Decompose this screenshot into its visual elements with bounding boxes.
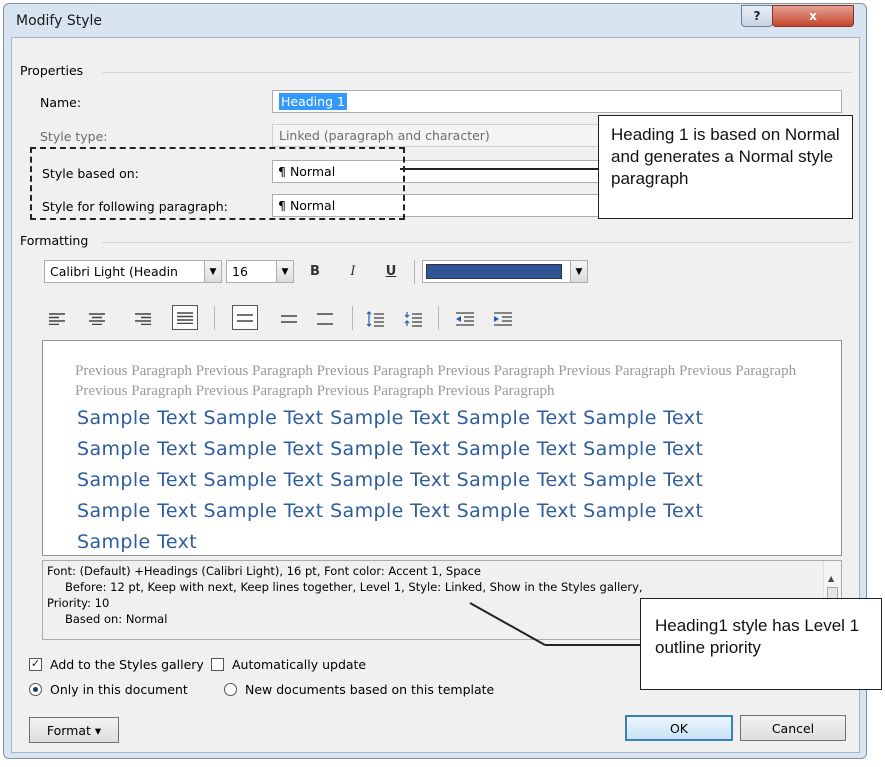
decrease-indent-icon[interactable] bbox=[452, 306, 478, 331]
align-left-icon[interactable] bbox=[44, 306, 70, 331]
cancel-button[interactable]: Cancel bbox=[740, 715, 846, 741]
description-line: Before: 12 pt, Keep with next, Keep line… bbox=[65, 580, 643, 594]
sample-text-line: Sample Text Sample Text Sample Text Samp… bbox=[77, 407, 704, 429]
justify-icon[interactable] bbox=[172, 305, 198, 330]
scroll-up-icon[interactable]: ▲ bbox=[828, 571, 834, 587]
font-color-swatch bbox=[426, 264, 562, 279]
add-to-gallery-label[interactable]: Add to the Styles gallery bbox=[50, 657, 204, 672]
properties-heading: Properties bbox=[20, 63, 84, 78]
sample-text-line: Sample Text Sample Text Sample Text Samp… bbox=[77, 438, 704, 460]
style-type-value: Linked (paragraph and character) bbox=[279, 128, 490, 143]
bold-button[interactable]: B bbox=[302, 259, 328, 284]
callout-connector bbox=[400, 168, 598, 170]
name-field[interactable]: Heading 1 bbox=[272, 90, 842, 113]
chevron-down-icon[interactable]: ▼ bbox=[276, 261, 293, 282]
previous-paragraph-text: Previous Paragraph Previous Paragraph Pr… bbox=[75, 363, 797, 399]
new-documents-label[interactable]: New documents based on this template bbox=[245, 682, 494, 697]
decrease-paragraph-spacing-icon[interactable] bbox=[400, 306, 426, 331]
toolbar-separator bbox=[214, 306, 215, 330]
name-value: Heading 1 bbox=[279, 93, 347, 110]
auto-update-label[interactable]: Automatically update bbox=[232, 657, 366, 672]
name-label: Name: bbox=[40, 95, 82, 110]
style-preview: Previous Paragraph Previous Paragraph Pr… bbox=[42, 340, 842, 556]
help-button[interactable]: ? bbox=[741, 5, 773, 27]
new-documents-radio[interactable] bbox=[224, 683, 237, 696]
only-this-document-label[interactable]: Only in this document bbox=[50, 682, 188, 697]
based-on-highlight-box bbox=[30, 147, 405, 220]
close-button[interactable]: x bbox=[772, 5, 854, 27]
sample-text-line: Sample Text bbox=[77, 531, 198, 553]
ok-button[interactable]: OK bbox=[625, 715, 733, 741]
description-line: Font: (Default) +Headings (Calibri Light… bbox=[47, 564, 481, 578]
auto-update-checkbox[interactable] bbox=[211, 658, 224, 671]
dialog-title: Modify Style bbox=[16, 13, 103, 29]
level-callout: Heading1 style has Level 1 outline prior… bbox=[640, 598, 882, 690]
chevron-down-icon[interactable]: ▼ bbox=[570, 261, 587, 282]
font-size-select[interactable]: 16 ▼ bbox=[226, 260, 294, 283]
align-right-icon[interactable] bbox=[130, 306, 156, 331]
style-type-label: Style type: bbox=[40, 129, 108, 144]
single-spacing-icon[interactable] bbox=[232, 305, 258, 330]
style-type-select: Linked (paragraph and character) bbox=[272, 124, 602, 147]
based-on-callout: Heading 1 is based on Normal and generat… bbox=[598, 115, 853, 219]
one-half-spacing-icon[interactable] bbox=[276, 306, 302, 331]
increase-indent-icon[interactable] bbox=[490, 306, 516, 331]
format-button[interactable]: Format ▾ bbox=[29, 717, 119, 743]
underline-button[interactable]: U bbox=[378, 259, 404, 284]
italic-button[interactable]: I bbox=[340, 259, 366, 284]
sample-text-line: Sample Text Sample Text Sample Text Samp… bbox=[77, 469, 704, 491]
formatting-divider bbox=[102, 242, 852, 243]
formatting-heading: Formatting bbox=[20, 233, 89, 248]
only-this-document-radio[interactable] bbox=[29, 683, 42, 696]
align-center-icon[interactable] bbox=[84, 306, 110, 331]
toolbar-separator bbox=[352, 306, 353, 330]
checkmark-icon: ✓ bbox=[30, 658, 41, 670]
toolbar-separator bbox=[438, 306, 439, 330]
sample-text: Sample Text Sample Text Sample Text Samp… bbox=[77, 403, 817, 555]
font-name-select[interactable]: Calibri Light (Headin ▼ bbox=[44, 260, 222, 283]
sample-text-line: Sample Text Sample Text Sample Text Samp… bbox=[77, 500, 704, 522]
chevron-down-icon[interactable]: ▼ bbox=[204, 261, 221, 282]
properties-divider bbox=[102, 72, 852, 73]
font-name-value: Calibri Light (Headin bbox=[50, 264, 178, 279]
double-spacing-icon[interactable] bbox=[312, 306, 338, 331]
title-bar: Modify Style ? x bbox=[4, 4, 866, 38]
font-color-select[interactable]: ▼ bbox=[422, 260, 588, 283]
toolbar-separator bbox=[414, 260, 415, 284]
font-size-value: 16 bbox=[232, 264, 248, 279]
increase-paragraph-spacing-icon[interactable] bbox=[362, 306, 388, 331]
add-to-gallery-checkbox[interactable]: ✓ bbox=[29, 658, 42, 671]
